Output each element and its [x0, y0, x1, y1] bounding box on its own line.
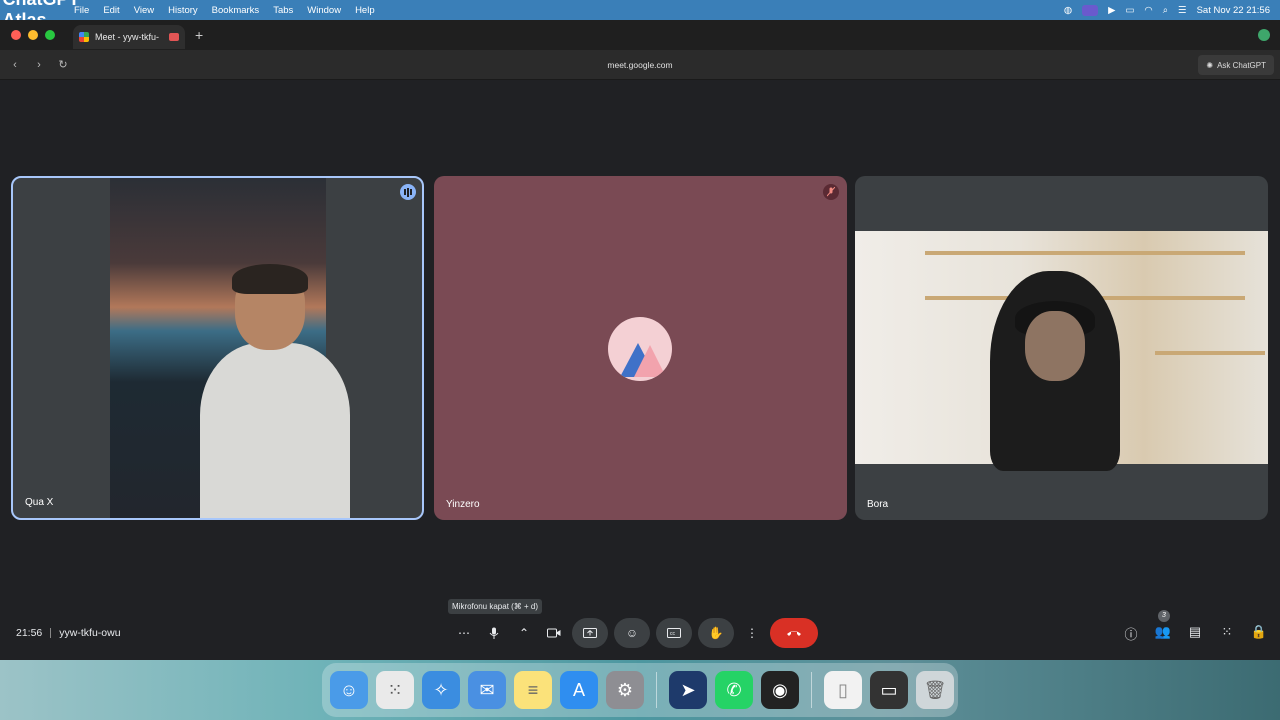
tab-meet[interactable]: Meet - yyw-tkfu-	[73, 25, 185, 49]
safari-icon[interactable]: ✧	[422, 671, 460, 709]
menu-file[interactable]: File	[74, 5, 89, 16]
meet-favicon-icon	[79, 32, 89, 42]
chatgpt-icon: ✺	[1206, 60, 1214, 70]
search-icon[interactable]: ⌕	[1163, 5, 1168, 16]
menu-window[interactable]: Window	[307, 5, 341, 16]
minimize-window-icon[interactable]	[28, 30, 38, 40]
meeting-code: yyw-tkfu-owu	[59, 627, 121, 639]
new-tab-icon[interactable]: +	[195, 27, 203, 43]
browser-toolbar: ‹ › ↻ meet.google.com ✺ Ask ChatGPT	[0, 50, 1280, 80]
address-bar[interactable]: meet.google.com	[0, 60, 1280, 70]
host-controls-icon[interactable]: 🔒	[1250, 624, 1268, 643]
participant-name: Yinzero	[446, 499, 480, 510]
microphone-button[interactable]	[482, 618, 506, 648]
meeting-time: 21:56	[16, 627, 43, 639]
launchpad-icon[interactable]: ⁙	[376, 671, 414, 709]
camera-button[interactable]	[542, 618, 566, 648]
participant-video	[855, 231, 1268, 471]
mail-icon[interactable]: ✉	[468, 671, 506, 709]
menu-history[interactable]: History	[168, 5, 198, 16]
mic-options-icon[interactable]: ⋯	[452, 618, 476, 648]
tab-title: Meet - yyw-tkfu-	[95, 32, 160, 42]
ask-chatgpt-label: Ask ChatGPT	[1217, 60, 1266, 70]
chat-icon[interactable]: ▤	[1186, 624, 1204, 643]
call-controls: ⋯ ⌃ ☺ cc ✋ ⋮	[452, 618, 818, 648]
wifi-icon[interactable]: ◠	[1144, 5, 1152, 16]
camera-options-icon[interactable]: ⌃	[512, 618, 536, 648]
dock-divider	[811, 672, 812, 708]
maximize-window-icon[interactable]	[45, 30, 55, 40]
mic-muted-icon	[823, 184, 839, 200]
meet-stage: Qua X Yinzero Bora	[0, 80, 1280, 660]
obs-icon[interactable]: ◉	[761, 671, 799, 709]
play-icon[interactable]: ▶	[1108, 5, 1115, 16]
tab-bar: Meet - yyw-tkfu- +	[0, 20, 1280, 50]
finder-icon[interactable]: ☺	[330, 671, 368, 709]
window-thumbnail-icon[interactable]: ▭	[870, 671, 908, 709]
menu-bookmarks[interactable]: Bookmarks	[212, 5, 260, 16]
screen-record-icon[interactable]	[1082, 4, 1099, 16]
meeting-details-icon[interactable]: ⓘ	[1122, 624, 1140, 643]
profile-icon[interactable]	[1258, 29, 1270, 41]
captions-button[interactable]: cc	[656, 618, 692, 648]
app-store-icon[interactable]: A	[560, 671, 598, 709]
speaking-indicator-icon	[400, 184, 416, 200]
emoji-reaction-button[interactable]: ☺	[614, 618, 650, 648]
close-window-icon[interactable]	[11, 30, 21, 40]
participant-video	[110, 178, 350, 518]
trash-icon[interactable]: 🗑	[916, 671, 954, 709]
meeting-side-controls: ⓘ 👥 3 ▤ ⁙ 🔒	[1122, 609, 1268, 643]
participant-tile-1[interactable]: Qua X	[11, 176, 424, 520]
system-settings-icon[interactable]: ⚙	[606, 671, 644, 709]
menu-edit[interactable]: Edit	[103, 5, 119, 16]
menu-datetime[interactable]: Sat Nov 22 21:56	[1197, 5, 1270, 16]
menu-tabs[interactable]: Tabs	[273, 5, 293, 16]
control-center-icon[interactable]: ☰	[1178, 5, 1187, 16]
participant-tile-3[interactable]: Bora	[855, 176, 1268, 520]
raise-hand-button[interactable]: ✋	[698, 618, 734, 648]
window-controls	[11, 30, 55, 40]
more-options-icon[interactable]: ⋮	[740, 618, 764, 648]
activities-icon[interactable]: ⁙	[1218, 624, 1236, 643]
participant-name: Bora	[867, 499, 889, 510]
ask-chatgpt-button[interactable]: ✺ Ask ChatGPT	[1198, 55, 1274, 75]
document-icon[interactable]: ▯	[824, 671, 862, 709]
menu-help[interactable]: Help	[355, 5, 375, 16]
meeting-info: 21:56 yyw-tkfu-owu	[16, 627, 121, 639]
present-screen-button[interactable]	[572, 618, 608, 648]
recording-icon	[169, 33, 179, 41]
status-circle-icon[interactable]: ◍	[1064, 5, 1072, 16]
menu-bar: ChatGPT Atlas File Edit View History Boo…	[0, 0, 1280, 30]
notes-icon[interactable]: ≡	[514, 671, 552, 709]
battery-icon[interactable]: ▭	[1125, 5, 1134, 16]
participant-avatar	[608, 317, 672, 381]
chatgpt-atlas-icon[interactable]: ➤	[669, 671, 707, 709]
participant-name: Qua X	[25, 497, 54, 508]
people-count-badge: 3	[1158, 609, 1170, 622]
end-call-button[interactable]	[770, 618, 818, 648]
participant-tile-2[interactable]: Yinzero	[434, 176, 847, 520]
whatsapp-icon[interactable]: ✆	[715, 671, 753, 709]
dock: ☺ ⁙ ✧ ✉ ≡ A ⚙ ➤ ✆ ◉ ▯ ▭ 🗑	[322, 663, 958, 717]
dock-divider	[656, 672, 657, 708]
meeting-controls-bar: 21:56 yyw-tkfu-owu ⋯ ⌃ ☺ cc ✋ ⋮ ⓘ 👥 3 ▤ ⁙ …	[0, 609, 1280, 654]
people-icon[interactable]: 👥 3	[1154, 609, 1172, 643]
svg-text:cc: cc	[670, 631, 676, 637]
menu-view[interactable]: View	[134, 5, 154, 16]
